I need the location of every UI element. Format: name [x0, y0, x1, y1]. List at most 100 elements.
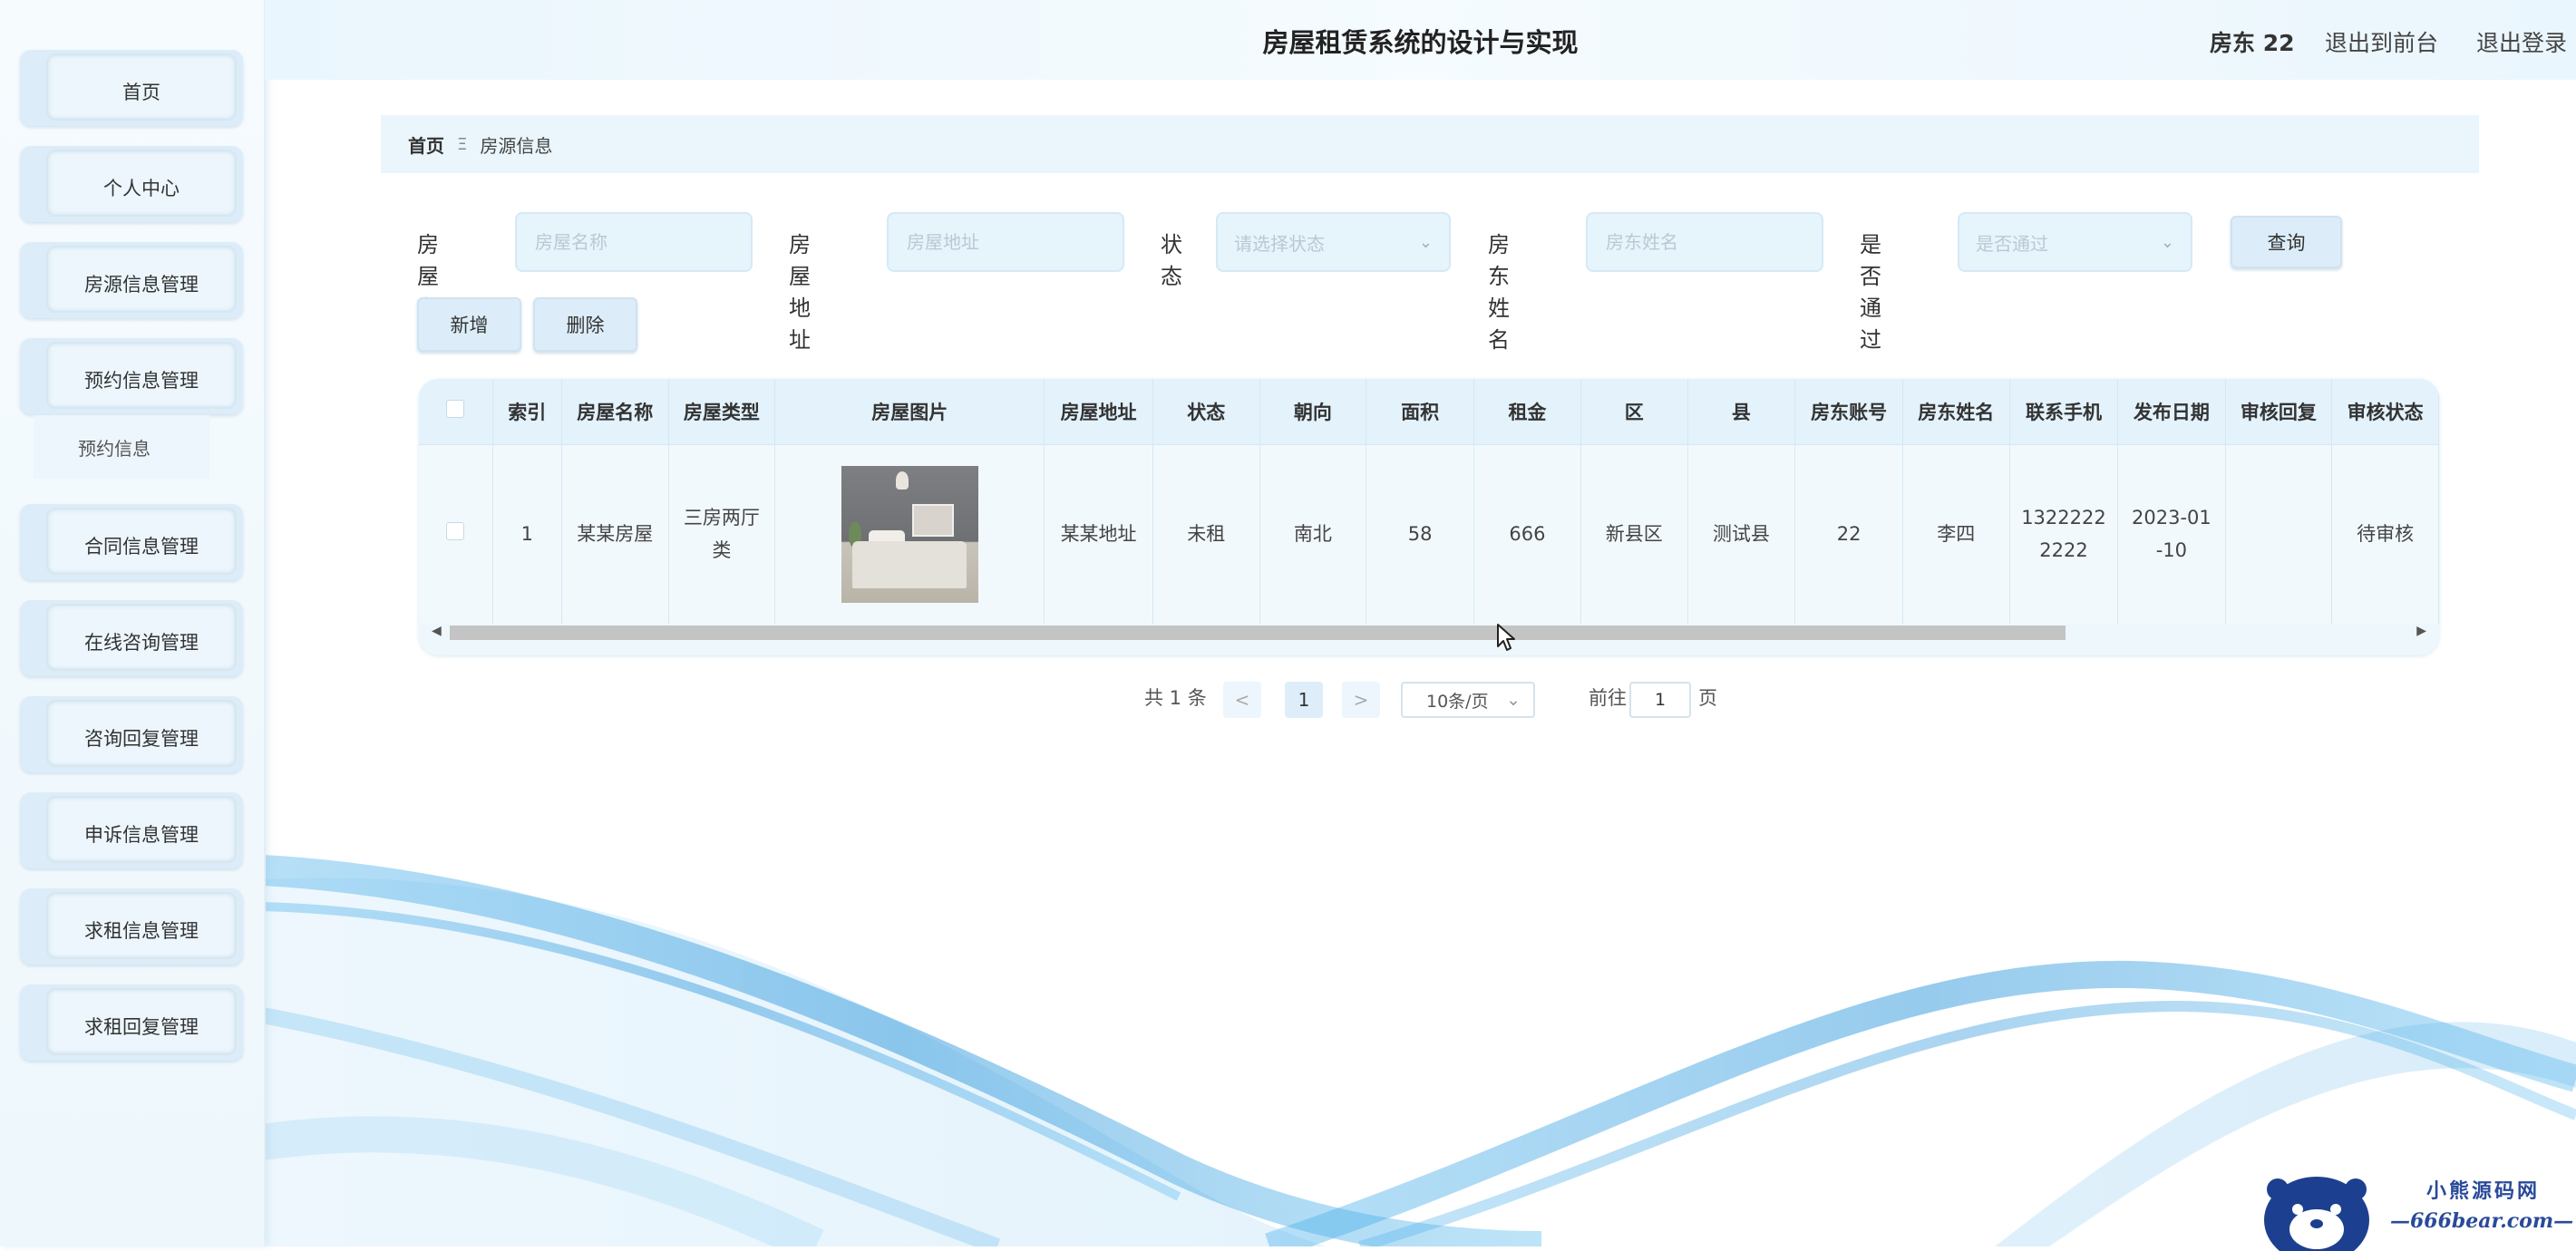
sidebar-item-label: 合同信息管理 [84, 536, 199, 558]
select-all-checkbox-cell[interactable] [419, 379, 493, 445]
delete-button[interactable]: 删除 [533, 297, 637, 352]
column-header: 房东姓名 [1902, 379, 2010, 445]
approved-label: 是否通过 [1860, 232, 1881, 353]
sidebar-item-house-info[interactable]: 房源信息管理 [20, 242, 243, 318]
cell-house-address: 某某地址 [1044, 444, 1153, 624]
site-watermark: 小熊源码网 —666bear.com— [2252, 1159, 2576, 1251]
cell-publish-date-line2: -10 [2155, 539, 2188, 562]
cell-house-image [774, 444, 1045, 624]
select-all-checkbox[interactable] [446, 400, 465, 419]
cell-county: 测试县 [1687, 444, 1796, 624]
sidebar-item-profile[interactable]: 个人中心 [20, 146, 243, 222]
cell-district: 新县区 [1580, 444, 1688, 624]
sidebar-item-label: 求租信息管理 [84, 920, 199, 942]
page-suffix-label: 页 [1698, 687, 1717, 709]
sidebar-item-reservation[interactable]: 预约信息管理 [20, 338, 243, 414]
sidebar-item-contract[interactable]: 合同信息管理 [20, 504, 243, 580]
cell-landlord-name: 李四 [1902, 444, 2010, 624]
sidebar-item-label: 咨询回复管理 [84, 728, 199, 750]
sidebar-item-consult-inner: 在线咨询管理 [46, 604, 237, 671]
cell-status: 未租 [1152, 444, 1260, 624]
sidebar-item-complaint-inner: 申诉信息管理 [46, 796, 237, 863]
sidebar-item-complaint[interactable]: 申诉信息管理 [20, 792, 243, 868]
house-name-input[interactable] [515, 212, 753, 272]
row-checkbox[interactable] [446, 522, 465, 541]
sidebar-item-rent-reply[interactable]: 求租回复管理 [20, 984, 243, 1061]
sidebar-item-label: 房源信息管理 [84, 274, 199, 296]
logout-link[interactable]: 退出登录 [2476, 25, 2567, 58]
breadcrumb-current: 房源信息 [480, 134, 553, 157]
cell-phone: 1322222 2222 [2009, 444, 2119, 624]
add-button[interactable]: 新增 [417, 297, 521, 352]
status-label: 状态 [1161, 232, 1182, 289]
column-header: 朝向 [1259, 379, 1367, 445]
cell-phone-line2: 2222 [2039, 539, 2088, 562]
sidebar-item-label: 申诉信息管理 [84, 824, 199, 846]
prev-page-button[interactable]: < [1223, 682, 1261, 718]
exit-to-front-link[interactable]: 退出到前台 [2325, 25, 2438, 58]
chevron-down-icon: ⌄ [1506, 690, 1521, 710]
column-header: 租金 [1473, 379, 1581, 445]
next-page-button[interactable]: > [1342, 682, 1380, 718]
column-header: 房屋图片 [774, 379, 1045, 445]
wall-art-shape [911, 503, 954, 537]
page-number-button[interactable]: 1 [1285, 682, 1323, 718]
bed-shape [851, 540, 967, 588]
sidebar: 首页 个人中心 房源信息管理 预约信息管理 预约信息 合同信息管理 在线咨询管理… [0, 0, 266, 1246]
page-size-value: 10条/页 [1426, 691, 1489, 712]
cell-house-type-line1: 三房两厅 [683, 507, 760, 529]
sidebar-item-consult[interactable]: 在线咨询管理 [20, 600, 243, 676]
sidebar-item-home-inner: 首页 [46, 53, 237, 121]
breadcrumb-home[interactable]: 首页 [408, 131, 444, 158]
cell-index: 1 [492, 444, 562, 624]
sidebar-item-home[interactable]: 首页 [20, 50, 243, 126]
top-header: 房屋租赁系统的设计与实现 房东 22 退出到前台 退出登录 [265, 0, 2576, 80]
breadcrumb-separator-icon: Ξ [457, 134, 468, 154]
pagination-total: 共 1 条 [1144, 687, 1207, 709]
scroll-right-icon[interactable]: ▶ [2416, 624, 2426, 638]
column-header: 区 [1580, 379, 1688, 445]
table-row[interactable]: 1 某某房屋 三房两厅 类 某某地址 未租 南北 58 666 新县区 测试县 … [419, 444, 2439, 624]
scroll-left-icon[interactable]: ◀ [432, 624, 442, 638]
horizontal-scrollbar[interactable]: ◀ ▶ [419, 624, 2439, 644]
cell-house-name: 某某房屋 [561, 444, 669, 624]
user-label: 房东 22 [2210, 30, 2295, 56]
goto-label: 前往 [1589, 687, 1627, 709]
landlord-name-input[interactable] [1586, 212, 1823, 272]
house-image[interactable] [841, 465, 978, 603]
cell-publish-date: 2023-01 -10 [2117, 444, 2226, 624]
sidebar-item-reservation-inner: 预约信息管理 [46, 342, 237, 409]
house-address-label: 房屋地址 [789, 232, 811, 353]
column-header: 发布日期 [2117, 379, 2226, 445]
table-header-row: 索引 房屋名称 房屋类型 房屋图片 房屋地址 状态 朝向 面积 租金 区 县 房… [419, 379, 2439, 445]
house-address-input[interactable] [887, 212, 1124, 272]
cell-phone-line1: 1322222 [2021, 507, 2106, 529]
column-header: 房屋名称 [561, 379, 669, 445]
cell-landlord-account: 22 [1794, 444, 1903, 624]
column-header: 联系手机 [2009, 379, 2119, 445]
scrollbar-thumb[interactable] [450, 626, 2066, 640]
cell-publish-date-line1: 2023-01 [2132, 507, 2211, 529]
sidebar-subitem-reservation-info[interactable]: 预约信息 [34, 415, 209, 479]
breadcrumb: 首页 Ξ 房源信息 [381, 115, 2479, 173]
column-header: 状态 [1152, 379, 1260, 445]
query-button[interactable]: 查询 [2231, 216, 2342, 268]
chevron-down-icon: ⌄ [2160, 232, 2174, 252]
watermark-line2: —666bear.com— [2390, 1209, 2574, 1233]
sidebar-item-contract-inner: 合同信息管理 [46, 508, 237, 575]
column-header: 面积 [1366, 379, 1474, 445]
column-header: 房屋地址 [1044, 379, 1153, 445]
goto-page-input[interactable] [1629, 682, 1691, 718]
house-table: 索引 房屋名称 房屋类型 房屋图片 房屋地址 状态 朝向 面积 租金 区 县 房… [419, 379, 2439, 655]
approved-select[interactable]: 是否通过 ⌄ [1958, 212, 2192, 272]
sidebar-item-label: 求租回复管理 [84, 1016, 199, 1038]
sidebar-item-rent-request[interactable]: 求租信息管理 [20, 888, 243, 965]
sidebar-item-consult-reply[interactable]: 咨询回复管理 [20, 696, 243, 772]
page-size-select[interactable]: 10条/页 ⌄ [1401, 682, 1535, 718]
cell-review-status: 待审核 [2331, 444, 2439, 624]
sidebar-item-label: 首页 [122, 82, 160, 103]
sidebar-item-label: 个人中心 [103, 178, 180, 199]
row-checkbox-cell[interactable] [419, 444, 493, 624]
approved-select-placeholder: 是否通过 [1976, 232, 2048, 255]
status-select[interactable]: 请选择状态 ⌄ [1216, 212, 1451, 272]
